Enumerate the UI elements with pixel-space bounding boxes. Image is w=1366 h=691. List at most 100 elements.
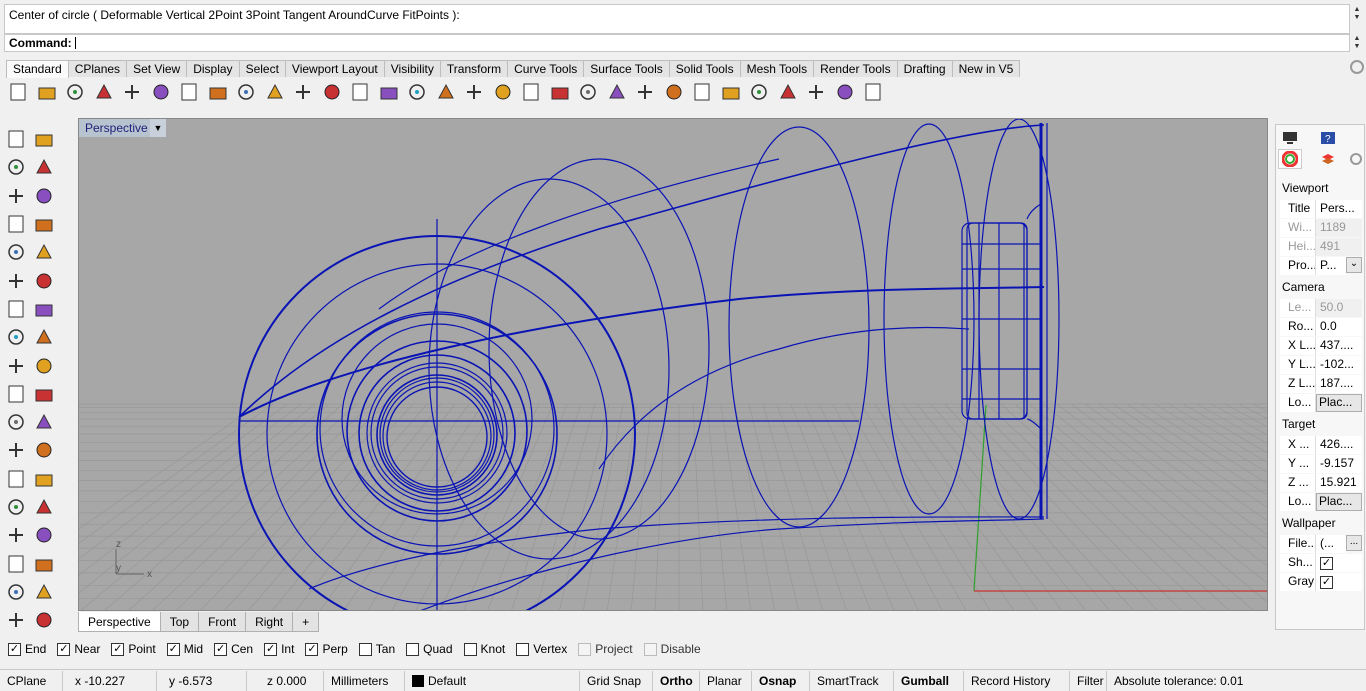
- ellipse-tool[interactable]: [30, 183, 58, 209]
- osnap-checkbox[interactable]: ✓: [166, 642, 180, 656]
- text-tool[interactable]: [2, 466, 30, 492]
- osnap-checkbox[interactable]: [578, 642, 592, 656]
- polyline-tool[interactable]: [2, 154, 30, 180]
- import-button[interactable]: [118, 79, 147, 105]
- curve-points-tool[interactable]: [30, 154, 58, 180]
- prop-y-location[interactable]: Y L... -102...: [1280, 356, 1362, 374]
- osnap-checkbox[interactable]: ✓: [305, 642, 319, 656]
- osnap-cen[interactable]: ✓ Cen: [214, 642, 253, 656]
- boolean-tool[interactable]: [2, 353, 30, 379]
- patch-tool[interactable]: [30, 268, 58, 294]
- record-history-toggle[interactable]: Record History: [964, 670, 1070, 691]
- properties-panel-tab[interactable]: [1278, 149, 1302, 169]
- osnap-vertex[interactable]: Vertex: [516, 642, 567, 656]
- color-wheel-button[interactable]: [660, 79, 689, 105]
- osnap-project[interactable]: Project: [578, 642, 633, 656]
- gray-checkbox[interactable]: ✓: [1320, 576, 1333, 589]
- osnap-mid[interactable]: ✓ Mid: [166, 642, 203, 656]
- points-cloud-tool[interactable]: [30, 409, 58, 435]
- paste-button[interactable]: [204, 79, 233, 105]
- osnap-checkbox[interactable]: ✓: [264, 642, 278, 656]
- mesh-plane-tool[interactable]: [30, 324, 58, 350]
- zoom-selected-button[interactable]: [403, 79, 432, 105]
- toolbar-tab-new-in-v5[interactable]: New in V5: [951, 60, 1021, 77]
- toolbar-tab-viewport-layout[interactable]: Viewport Layout: [284, 60, 385, 77]
- prop-x-location[interactable]: X L... 437....: [1280, 337, 1362, 355]
- zoom-window-button[interactable]: [346, 79, 375, 105]
- osnap-checkbox[interactable]: [516, 642, 530, 656]
- toolbar-tab-solid-tools[interactable]: Solid Tools: [668, 60, 741, 77]
- osnap-point[interactable]: ✓ Point: [111, 642, 156, 656]
- layer-stack-tool[interactable]: [30, 551, 58, 577]
- osnap-button[interactable]: [574, 79, 603, 105]
- camera-place-button[interactable]: Plac...: [1316, 394, 1362, 412]
- rectangle-tool[interactable]: [30, 211, 58, 237]
- cplane-button[interactable]: [546, 79, 575, 105]
- prop-target-location[interactable]: Lo... Plac...: [1280, 493, 1362, 511]
- check-tool[interactable]: [30, 579, 58, 605]
- filter-toggle[interactable]: Filter: [1070, 670, 1107, 691]
- osnap-checkbox[interactable]: ✓: [111, 642, 125, 656]
- print-button[interactable]: [90, 79, 119, 105]
- split-tool[interactable]: [30, 381, 58, 407]
- layer-status[interactable]: Default: [405, 670, 580, 691]
- rotate-camera-button[interactable]: [432, 79, 461, 105]
- trim-tool[interactable]: [2, 381, 30, 407]
- point-tool[interactable]: [30, 126, 58, 152]
- fillet-curve-tool[interactable]: [30, 239, 58, 265]
- prop-title[interactable]: Title Pers...: [1280, 200, 1362, 218]
- prop-rotation[interactable]: Ro... 0.0: [1280, 318, 1362, 336]
- help-panel-tab[interactable]: ?: [1316, 128, 1340, 148]
- blue-sphere-button[interactable]: [745, 79, 774, 105]
- cylinder-tool[interactable]: [2, 324, 30, 350]
- viewport-canvas[interactable]: z y x: [79, 119, 1268, 611]
- osnap-int[interactable]: ✓ Int: [264, 642, 294, 656]
- prop-wallpaper-file[interactable]: File... (......: [1280, 535, 1362, 553]
- cplane-status[interactable]: CPlane: [0, 670, 63, 691]
- gumball-toggle[interactable]: Gumball: [894, 670, 964, 691]
- grid-dots-tool[interactable]: [2, 551, 30, 577]
- osnap-checkbox[interactable]: [406, 642, 420, 656]
- polygon-tool[interactable]: [2, 239, 30, 265]
- viewport-tab-perspective[interactable]: Perspective: [78, 612, 161, 632]
- extrude-tool[interactable]: [30, 353, 58, 379]
- sphere-tool[interactable]: [30, 296, 58, 322]
- browse-file-button[interactable]: ...: [1346, 535, 1362, 551]
- shaded-sphere-button[interactable]: [717, 79, 746, 105]
- zoom-extents-button[interactable]: [375, 79, 404, 105]
- toolbar-tab-transform[interactable]: Transform: [439, 60, 509, 77]
- command-input[interactable]: [74, 37, 76, 49]
- history-scroll[interactable]: ▲ ▼: [1350, 6, 1364, 24]
- prop-target-z[interactable]: Z ... 15.921: [1280, 474, 1362, 492]
- toolbar-tab-cplanes[interactable]: CPlanes: [67, 60, 128, 77]
- ortho-toggle[interactable]: Ortho: [653, 670, 700, 691]
- projection-dropdown-icon[interactable]: ⌄: [1346, 257, 1362, 273]
- cut-button[interactable]: [147, 79, 176, 105]
- prop-camera-location[interactable]: Lo... Plac...: [1280, 394, 1362, 412]
- new-file-button[interactable]: [4, 79, 33, 105]
- osnap-disable[interactable]: Disable: [643, 642, 701, 656]
- target-place-button[interactable]: Plac...: [1316, 493, 1362, 511]
- command-line[interactable]: Command:: [4, 34, 1350, 52]
- material-tool[interactable]: [2, 579, 30, 605]
- rotate-view-button[interactable]: [289, 79, 318, 105]
- toolbar-tab-set-view[interactable]: Set View: [126, 60, 188, 77]
- undo-button[interactable]: [232, 79, 261, 105]
- command-scroll[interactable]: ▲ ▼: [1350, 35, 1364, 53]
- viewport-tab-right[interactable]: Right: [245, 612, 294, 632]
- layer-button[interactable]: [631, 79, 660, 105]
- lights-button[interactable]: [774, 79, 803, 105]
- dimension-button[interactable]: [831, 79, 860, 105]
- select-arrow-tool[interactable]: [2, 126, 30, 152]
- four-viewports-button[interactable]: [460, 79, 489, 105]
- settings-gears-button[interactable]: [802, 79, 831, 105]
- osnap-checkbox[interactable]: [643, 642, 657, 656]
- render-sphere-button[interactable]: [688, 79, 717, 105]
- pan-button[interactable]: [261, 79, 290, 105]
- array-tool[interactable]: [2, 494, 30, 520]
- car-button[interactable]: [489, 79, 518, 105]
- circle-tool[interactable]: [2, 183, 30, 209]
- analyze-tool[interactable]: [2, 607, 30, 633]
- toolbar-options-gear-icon[interactable]: [1350, 60, 1364, 74]
- group-tool[interactable]: [2, 409, 30, 435]
